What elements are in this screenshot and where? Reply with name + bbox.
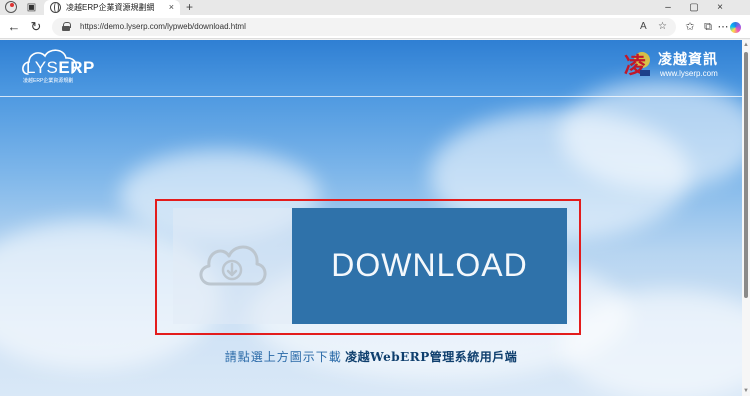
tab-bar: ▣ 凌越ERP企業資源規劃網 × + – ▢ ×: [0, 0, 750, 15]
logo-wordmark: LYSERP: [26, 58, 95, 77]
favorites-icon[interactable]: ✩: [682, 19, 698, 35]
profile-icon[interactable]: [5, 1, 17, 13]
download-icon-panel[interactable]: [173, 208, 292, 324]
company-site: www.lyserp.com: [660, 69, 718, 78]
header-divider: [0, 96, 742, 97]
tab-actions-icon[interactable]: ▣: [25, 1, 38, 14]
address-bar-row: ← ↻ https://demo.lyserp.com/lypweb/downl…: [0, 15, 750, 39]
back-icon[interactable]: ←: [6, 19, 22, 35]
lock-icon[interactable]: [62, 22, 71, 31]
cloud-download-icon: [199, 245, 267, 286]
url-field[interactable]: https://demo.lyserp.com/lypweb/download.…: [52, 18, 676, 36]
logo-subtitle: 凌越ERP企業資源規劃: [23, 78, 74, 84]
favorite-icon[interactable]: ☆: [658, 21, 667, 33]
caption-product-name: 凌越WebERP管理系統用戶端: [345, 350, 518, 364]
tab-close-button[interactable]: ×: [169, 1, 174, 14]
scrollbar-thumb[interactable]: [744, 52, 748, 298]
read-aloud-icon[interactable]: A: [640, 21, 647, 33]
browser-tab[interactable]: 凌越ERP企業資源規劃網 ×: [44, 0, 180, 15]
company-mark-icon: 凌: [624, 52, 650, 79]
more-icon[interactable]: ⋯: [715, 19, 731, 35]
extensions-icon[interactable]: ⧉: [700, 19, 716, 35]
download-label: DOWNLOAD: [331, 247, 528, 283]
copilot-icon[interactable]: [730, 22, 741, 33]
maximize-button[interactable]: ▢: [686, 0, 702, 15]
close-window-button[interactable]: ×: [712, 0, 728, 15]
refresh-icon[interactable]: ↻: [28, 19, 44, 35]
new-tab-button[interactable]: +: [186, 0, 193, 15]
page-viewport: LYSERP 凌越ERP企業資源規劃 凌 凌越資訊 www.lyserp.com…: [0, 40, 742, 396]
url-text: https://demo.lyserp.com/lypweb/download.…: [80, 22, 246, 31]
caption-instruction: 請點選上方圖示下載: [224, 350, 342, 364]
page-scrollbar[interactable]: ▲ ▼: [742, 40, 750, 396]
scroll-up-icon[interactable]: ▲: [743, 42, 749, 48]
lyserp-logo[interactable]: LYSERP 凌越ERP企業資源規劃: [18, 46, 100, 84]
company-brand[interactable]: 凌 凌越資訊 www.lyserp.com: [620, 48, 730, 84]
scroll-down-icon[interactable]: ▼: [743, 388, 749, 394]
globe-icon: [50, 2, 61, 13]
download-widget[interactable]: DOWNLOAD: [173, 208, 567, 324]
company-name: 凌越資訊: [658, 51, 718, 67]
minimize-button[interactable]: –: [660, 0, 676, 15]
download-caption: 請點選上方圖示下載 凌越WebERP管理系統用戶端: [0, 349, 742, 365]
download-button[interactable]: DOWNLOAD: [292, 208, 567, 324]
tab-title: 凌越ERP企業資源規劃網: [66, 3, 155, 12]
